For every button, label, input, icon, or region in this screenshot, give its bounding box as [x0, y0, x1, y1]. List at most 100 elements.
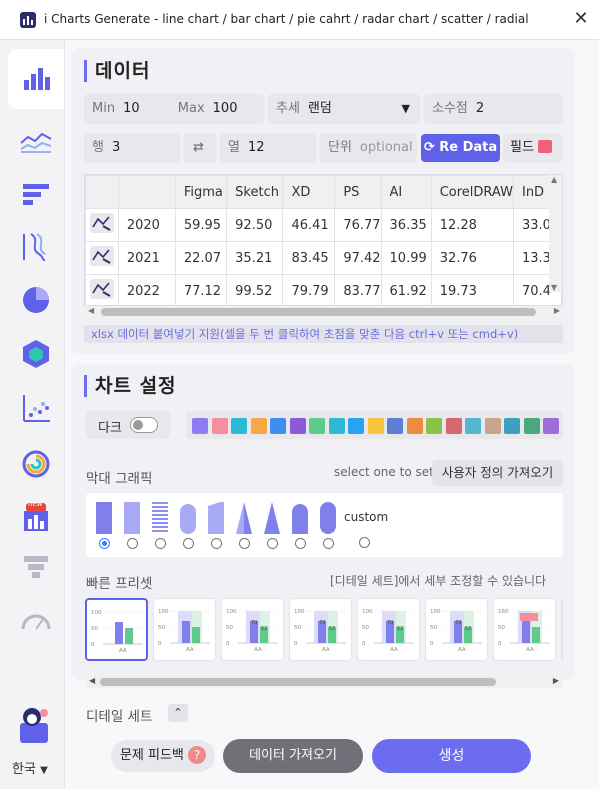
trend-select[interactable]: 추세 랜덤 ▼ — [268, 94, 420, 124]
close-icon[interactable]: ✕ — [570, 8, 592, 30]
table-cell[interactable]: 12.28 — [430, 208, 514, 242]
unit-field[interactable]: 단위 optional — [320, 133, 417, 163]
unit-input[interactable]: optional — [360, 140, 413, 155]
header-cell[interactable]: AI — [380, 175, 432, 209]
col-input[interactable]: 12 — [248, 140, 265, 155]
header-cell[interactable]: Figma — [174, 175, 228, 209]
funnel-chart-icon[interactable] — [8, 538, 64, 598]
vertical-scrollbar[interactable]: ▲ ▼ — [549, 175, 562, 292]
color-swatch[interactable] — [192, 418, 208, 434]
header-cell[interactable]: XD — [282, 175, 336, 209]
color-swatch[interactable] — [406, 418, 423, 434]
scroll-thumb[interactable] — [100, 678, 496, 686]
table-cell[interactable]: 76.77 — [334, 208, 382, 242]
color-swatch[interactable] — [504, 418, 520, 434]
table-cell[interactable]: 22.07 — [174, 241, 228, 275]
redata-button[interactable]: ⟳ Re Data — [421, 134, 500, 162]
preset-thumbnail[interactable]: 100 50 0 70 52 AA — [425, 598, 488, 661]
header-cell[interactable]: PS — [334, 175, 382, 209]
decimal-field[interactable]: 소수점 2 — [424, 94, 563, 124]
preset-thumbnail[interactable]: 160 50 0 AA — [493, 598, 556, 661]
table-cell[interactable]: 83.45 — [282, 241, 336, 275]
generate-button[interactable]: 생성 — [372, 739, 531, 773]
color-swatch[interactable] — [387, 418, 403, 434]
toggle-switch[interactable] — [130, 417, 158, 433]
bar-shape-radio[interactable] — [99, 538, 110, 549]
preset-thumbnail[interactable]: 100 50 0 70 52 AA — [221, 598, 284, 661]
gauge-chart-icon[interactable] — [8, 590, 64, 650]
table-cell[interactable]: 46.41 — [282, 208, 336, 242]
table-cell[interactable]: 77.12 — [174, 274, 228, 305]
bar-shape-radio[interactable] — [323, 538, 334, 549]
bar-shape-radio[interactable] — [183, 538, 194, 549]
table-cell[interactable]: 92.50 — [226, 208, 284, 242]
table-cell[interactable]: 35.21 — [226, 241, 284, 275]
row-year-cell[interactable]: 2021 — [117, 241, 176, 275]
row-input[interactable]: 3 — [112, 140, 120, 155]
bar-shape-radio[interactable] — [267, 538, 278, 549]
field-button[interactable]: 필드 — [503, 134, 563, 162]
scroll-down-icon[interactable]: ▼ — [551, 283, 557, 292]
min-max-field[interactable]: Min 10 Max 100 — [84, 94, 264, 124]
radar-chart-icon[interactable] — [8, 324, 64, 384]
bar-shape-radio[interactable] — [359, 537, 370, 548]
color-swatch[interactable] — [348, 418, 364, 434]
scatter-chart-icon[interactable] — [8, 378, 64, 438]
preset-scrollbar[interactable]: ◀ ▶ — [86, 676, 563, 688]
color-swatch[interactable] — [484, 418, 501, 434]
row-chart-icon[interactable] — [85, 208, 119, 242]
row-chart-icon[interactable] — [85, 274, 119, 305]
color-swatch[interactable] — [231, 418, 247, 434]
table-cell[interactable]: 79.79 — [282, 274, 336, 305]
import-data-button[interactable]: 데이터 가져오기 — [223, 739, 363, 773]
col-field[interactable]: 열 12 — [220, 133, 316, 163]
row-year-cell[interactable]: 2020 — [117, 208, 176, 242]
color-swatch[interactable] — [211, 418, 228, 434]
bar-chart-icon[interactable] — [8, 49, 66, 109]
table-cell[interactable]: 19.73 — [430, 274, 514, 305]
bar-shape-radio[interactable] — [295, 538, 306, 549]
header-cell[interactable]: Sketch — [226, 175, 284, 209]
table-cell[interactable]: 59.95 — [174, 208, 228, 242]
bar-shape-radio[interactable] — [127, 538, 138, 549]
color-swatch[interactable] — [250, 418, 267, 434]
color-swatch[interactable] — [543, 418, 559, 434]
scroll-right-icon[interactable]: ▶ — [553, 676, 559, 685]
color-swatch[interactable] — [426, 418, 442, 434]
color-swatch[interactable] — [465, 418, 481, 434]
custom-import-button[interactable]: 사용자 정의 가져오기 — [432, 460, 563, 486]
table-horizontal-scrollbar[interactable]: ◀ ▶ — [85, 306, 563, 318]
table-cell[interactable]: 36.35 — [380, 208, 432, 242]
decimal-input[interactable]: 2 — [476, 101, 484, 116]
table-cell[interactable]: 97.42 — [334, 241, 382, 275]
chevron-up-icon[interactable]: ⌃ — [168, 704, 188, 722]
dark-mode-toggle[interactable]: 다크 — [86, 411, 170, 439]
max-input[interactable]: 100 — [213, 101, 238, 116]
preset-thumbnail[interactable]: 100 50 0 70 52 AA — [289, 598, 352, 661]
color-swatch[interactable] — [523, 418, 540, 434]
row-chart-icon[interactable] — [85, 241, 119, 275]
horizontal-bar-icon[interactable] — [8, 165, 64, 225]
line-chart-icon[interactable] — [8, 110, 64, 170]
header-cell[interactable]: CorelDRAW — [430, 175, 514, 209]
table-cell[interactable]: 32.76 — [430, 241, 514, 275]
preset-thumbnail[interactable] — [561, 598, 563, 661]
table-cell[interactable]: 61.92 — [380, 274, 432, 305]
color-swatch[interactable] — [367, 418, 384, 434]
table-cell[interactable]: 99.52 — [226, 274, 284, 305]
bar-shape-radio[interactable] — [211, 538, 222, 549]
scroll-up-icon[interactable]: ▲ — [551, 175, 557, 184]
scroll-left-icon[interactable]: ◀ — [88, 306, 94, 315]
min-input[interactable]: 10 — [123, 101, 140, 116]
radial-chart-icon[interactable] — [8, 434, 64, 494]
wave-chart-icon[interactable] — [8, 217, 64, 277]
bar-shape-radio[interactable] — [155, 538, 166, 549]
data-table[interactable]: Figma Sketch XD PS AI CorelDRAW InD 2020… — [84, 174, 563, 306]
row-year-cell[interactable]: 2022 — [117, 274, 176, 305]
scroll-left-icon[interactable]: ◀ — [89, 676, 95, 685]
table-cell[interactable]: 83.77 — [334, 274, 382, 305]
preset-thumbnail[interactable]: 100 50 0 AA — [153, 598, 216, 661]
preset-thumbnail[interactable]: 100 50 0 AA — [85, 598, 148, 661]
language-select[interactable]: 한국 ▼ — [12, 758, 48, 777]
color-swatch[interactable] — [445, 418, 462, 434]
